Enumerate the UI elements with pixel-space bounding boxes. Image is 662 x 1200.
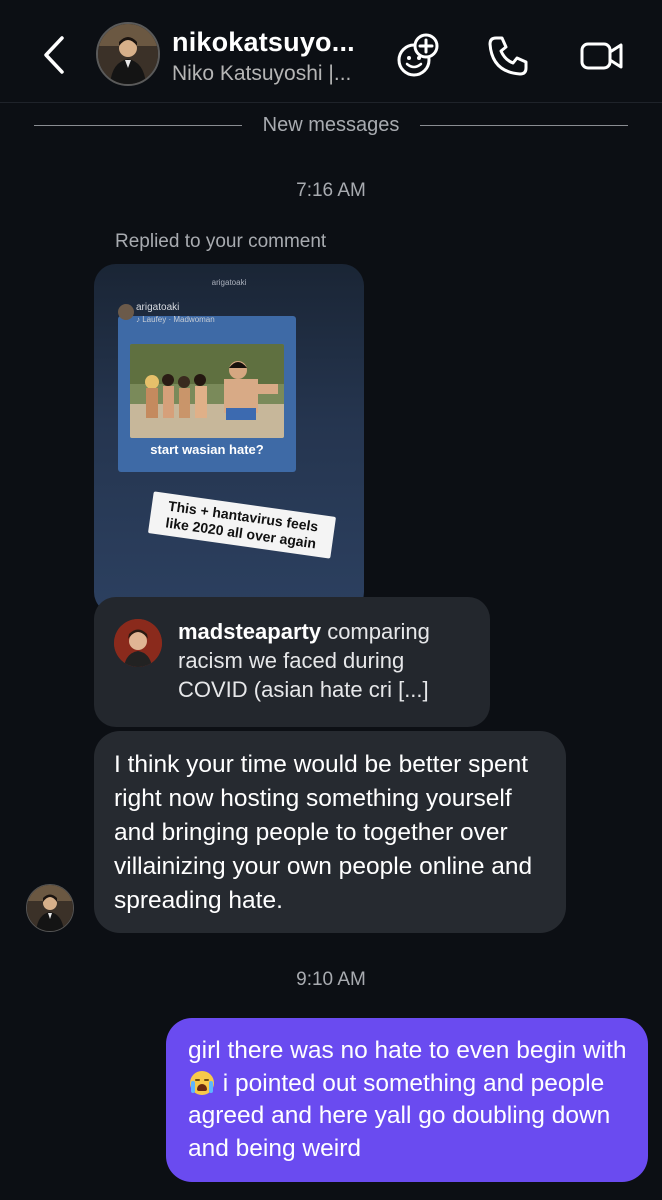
outgoing-text-part1: girl there was no hate to even begin wit… (188, 1037, 627, 1064)
quoted-comment-text: madsteaparty comparing racism we faced d… (178, 617, 478, 704)
story-author-username: arigatoaki (136, 302, 180, 313)
reply-context-label: Replied to your comment (115, 231, 327, 252)
timestamp: 9:10 AM (296, 969, 366, 990)
story-reply-preview[interactable]: arigatoaki arigatoaki ♪ Laufey · Madwoma… (94, 264, 364, 614)
story-caption: start wasian hate? (150, 442, 264, 457)
incoming-message-text: I think your time would be better spent … (114, 751, 533, 914)
quoted-comment-card[interactable]: madsteaparty comparing racism we faced d… (94, 597, 490, 727)
contact-display-name[interactable]: Niko Katsuyoshi |... (172, 62, 351, 86)
loudly-crying-face-icon (190, 1070, 214, 1095)
chat-header: nikokatsuyo... Niko Katsuyoshi |... (0, 0, 662, 103)
commenter-avatar (114, 619, 162, 667)
contact-avatar[interactable] (96, 22, 160, 86)
commenter-username[interactable]: madsteaparty (178, 619, 321, 644)
sticker-face-add-icon[interactable] (394, 32, 442, 80)
story-author-avatar (118, 304, 134, 320)
back-arrow-icon[interactable] (38, 34, 70, 76)
outgoing-message-text: girl there was no hate to even begin wit… (188, 1035, 638, 1165)
story-music-label: ♪ Laufey · Madwoman (136, 315, 215, 324)
outgoing-message-bubble[interactable]: girl there was no hate to even begin wit… (166, 1018, 648, 1182)
sender-avatar[interactable] (26, 884, 74, 932)
story-top-username: arigatoaki (211, 278, 247, 287)
story-reshared-post: arigatoaki ♪ Laufey · Madwoman start was… (118, 302, 296, 472)
contact-username[interactable]: nikokatsuyo... (172, 27, 355, 58)
outgoing-text-part2: i pointed out something and people agree… (188, 1069, 611, 1162)
story-text-sticker: This + hantavirus feels like 2020 all ov… (147, 491, 337, 559)
timestamp: 7:16 AM (296, 180, 366, 201)
video-call-icon[interactable] (578, 32, 626, 80)
phone-call-icon[interactable] (484, 32, 532, 80)
incoming-message-bubble[interactable]: I think your time would be better spent … (94, 731, 566, 933)
divider-line-right (420, 125, 628, 126)
story-photo (130, 344, 284, 438)
new-messages-divider: New messages (34, 112, 628, 140)
